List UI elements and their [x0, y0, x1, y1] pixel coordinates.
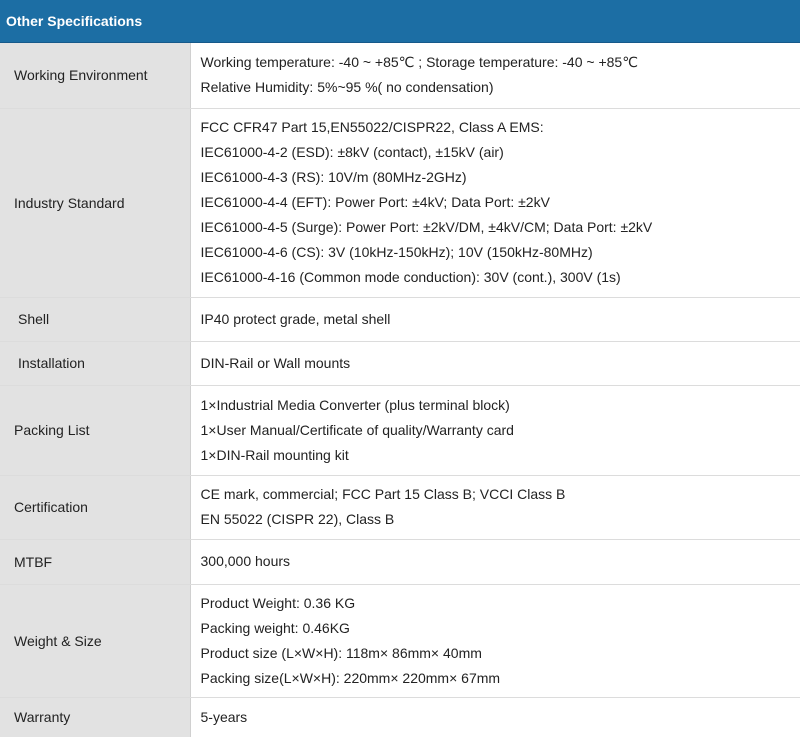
- section-title: Other Specifications: [6, 13, 143, 29]
- value-line: Product Weight: 0.36 KG: [200, 594, 356, 611]
- table-row: Packing List 1×Industrial Media Converte…: [0, 385, 800, 476]
- row-value: 5-years: [190, 697, 800, 737]
- value-line: Packing size(L×W×H): 220mm× 220mm× 67mm: [200, 669, 501, 686]
- value-line: IEC61000-4-16 (Common mode conduction): …: [200, 269, 621, 285]
- row-label: Installation: [0, 341, 191, 386]
- row-label: Weight & Size: [0, 584, 191, 698]
- row-label: Shell: [0, 297, 191, 342]
- table-row: Working Environment Working temperature:…: [0, 43, 800, 109]
- spec-page: Other Specifications Working Environment…: [0, 0, 800, 737]
- row-label: MTBF: [0, 539, 191, 585]
- table-row: Installation DIN-Rail or Wall mounts: [0, 341, 800, 386]
- value-line: Product size (L×W×H): 118m× 86mm× 40mm: [200, 644, 482, 661]
- table-row: Industry Standard FCC CFR47 Part 15,EN55…: [0, 108, 800, 298]
- table-row: Certification CE mark, commercial; FCC P…: [0, 475, 800, 540]
- row-label: Industry Standard: [0, 108, 191, 298]
- row-value: 1×Industrial Media Converter (plus termi…: [190, 385, 800, 476]
- value-line: IEC61000-4-6 (CS): 3V (10kHz-150kHz); 10…: [200, 244, 593, 260]
- value-line: 1×Industrial Media Converter (plus termi…: [200, 396, 510, 413]
- value-line: CE mark, commercial; FCC Part 15 Class B…: [200, 486, 566, 502]
- row-value: Working temperature: -40 ~ +85℃ ; Storag…: [190, 43, 800, 109]
- value-line: 1×User Manual/Certificate of quality/War…: [200, 421, 514, 438]
- value-line: 5-years: [200, 708, 248, 725]
- row-label: Packing List: [0, 385, 191, 476]
- table-row: Warranty 5-years: [0, 697, 800, 737]
- table-row: Shell IP40 protect grade, metal shell: [0, 297, 800, 342]
- row-value: 300,000 hours: [190, 539, 800, 585]
- section-header: Other Specifications: [0, 0, 800, 43]
- value-line: EN 55022 (CISPR 22), Class B: [200, 511, 395, 527]
- value-line: FCC CFR47 Part 15,EN55022/CISPR22, Class…: [200, 119, 544, 135]
- spec-table: Working Environment Working temperature:…: [0, 43, 800, 737]
- row-label: Certification: [0, 475, 191, 540]
- row-value: DIN-Rail or Wall mounts: [190, 341, 800, 386]
- value-line: Relative Humidity: 5%~95 %( no condensat…: [200, 79, 494, 96]
- value-line: 300,000 hours: [200, 553, 291, 569]
- value-line: IP40 protect grade, metal shell: [200, 310, 391, 327]
- table-row: MTBF 300,000 hours: [0, 539, 800, 585]
- value-line: Working temperature: -40 ~ +85℃ ; Storag…: [200, 54, 638, 71]
- row-value: IP40 protect grade, metal shell: [190, 297, 800, 342]
- row-value: CE mark, commercial; FCC Part 15 Class B…: [190, 475, 800, 540]
- value-line: DIN-Rail or Wall mounts: [200, 354, 351, 371]
- row-value: FCC CFR47 Part 15,EN55022/CISPR22, Class…: [190, 108, 800, 298]
- row-value: Product Weight: 0.36 KG Packing weight: …: [190, 584, 800, 698]
- value-line: IEC61000-4-5 (Surge): Power Port: ±2kV/D…: [200, 219, 653, 235]
- value-line: IEC61000-4-2 (ESD): ±8kV (contact), ±15k…: [200, 144, 504, 160]
- value-line: IEC61000-4-4 (EFT): Power Port: ±4kV; Da…: [200, 194, 550, 210]
- row-label: Warranty: [0, 697, 191, 737]
- table-row: Weight & Size Product Weight: 0.36 KG Pa…: [0, 584, 800, 698]
- value-line: IEC61000-4-3 (RS): 10V/m (80MHz-2GHz): [200, 169, 467, 185]
- row-label: Working Environment: [0, 43, 191, 109]
- value-line: 1×DIN-Rail mounting kit: [200, 446, 349, 463]
- value-line: Packing weight: 0.46KG: [200, 619, 350, 636]
